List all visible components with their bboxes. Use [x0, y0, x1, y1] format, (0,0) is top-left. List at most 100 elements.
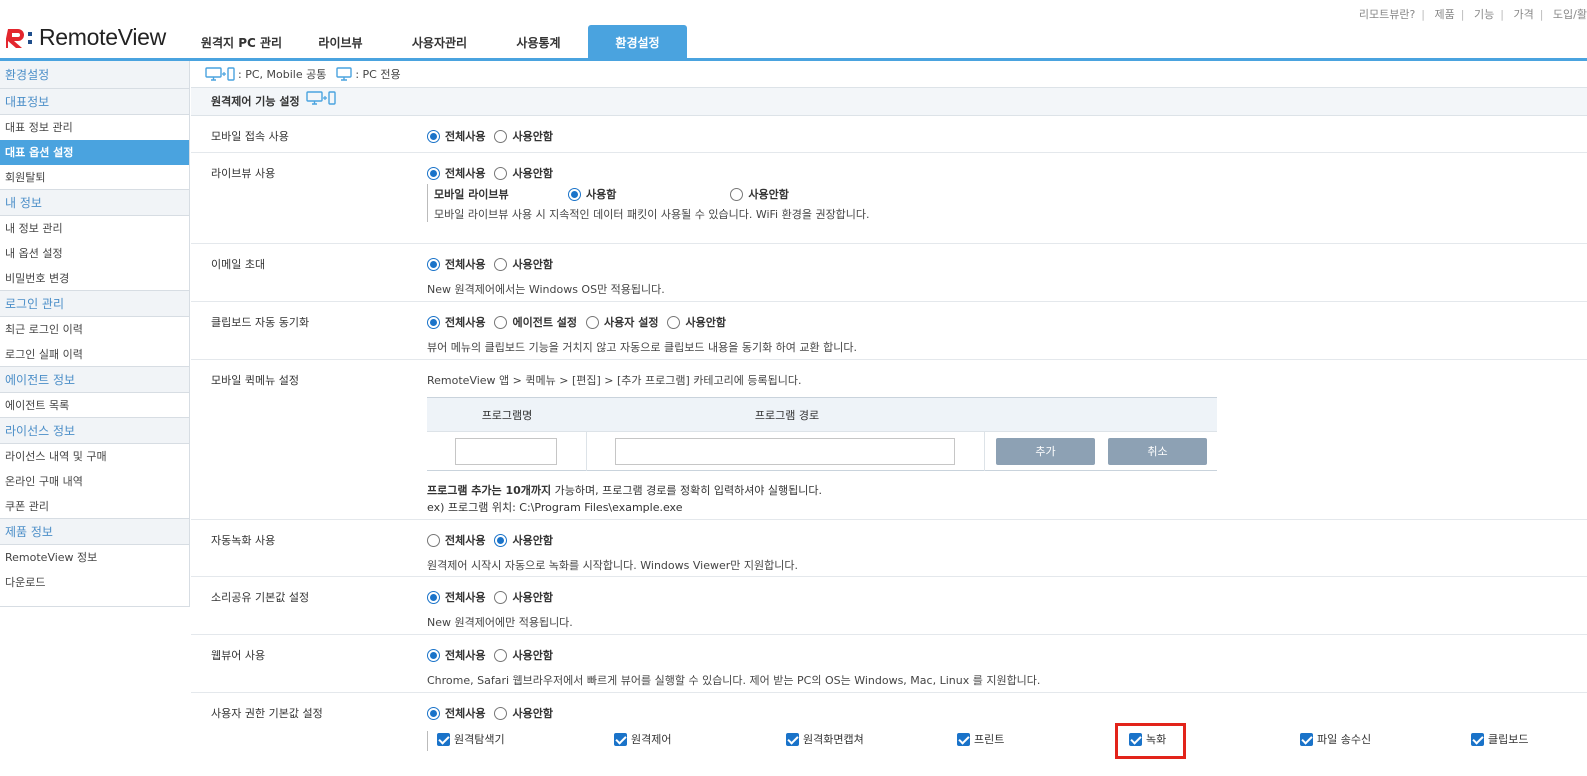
radio-not-use[interactable]: 사용안함 — [494, 589, 553, 605]
cancel-button[interactable]: 취소 — [1108, 438, 1207, 465]
sidebar-category-product[interactable]: 제품 정보 — [0, 519, 189, 545]
top-link-features[interactable]: 기능 — [1474, 8, 1494, 21]
remoteview-logo[interactable]: RemoteView — [4, 24, 166, 50]
radio-all-use[interactable]: 전체사용 — [427, 128, 485, 144]
legend-common-text: : PC, Mobile 공통 — [238, 67, 327, 81]
radio-all-use[interactable]: 전체사용 — [427, 589, 485, 605]
radio-not-use[interactable]: 사용안함 — [494, 705, 553, 721]
program-name-input[interactable] — [455, 438, 557, 465]
sidebar-item-rep-info[interactable]: 대표 정보 관리 — [0, 115, 189, 140]
highlight-box — [1115, 723, 1186, 759]
sidebar-item-my-info[interactable]: 내 정보 관리 — [0, 216, 189, 241]
setting-label: 이메일 초대 — [211, 258, 266, 271]
sidebar-item-rep-options[interactable]: 대표 옵션 설정 — [0, 140, 189, 165]
radio-not-use[interactable]: 사용안함 — [494, 647, 553, 663]
radio-all-use[interactable]: 전체사용 — [427, 647, 485, 663]
sidebar: 환경설정 대표정보 대표 정보 관리 대표 옵션 설정 회원탈퇴 내 정보 내 … — [0, 61, 190, 607]
section-title: 원격제어 기능 설정 — [191, 88, 1587, 116]
radio-not-use[interactable]: 사용안함 — [494, 128, 553, 144]
sidebar-category-representative[interactable]: 대표정보 — [0, 89, 189, 115]
radio-not-use[interactable]: 사용안함 — [494, 532, 553, 548]
tab-user-management[interactable]: 사용자관리 — [390, 25, 489, 61]
setting-description: New 원격제어에서는 Windows OS만 적용됩니다. — [427, 283, 665, 296]
table-header: 프로그램명 프로그램 경로 — [427, 398, 1217, 431]
tab-settings[interactable]: 환경설정 — [588, 25, 687, 61]
top-link-about[interactable]: 리모트뷰란? — [1359, 8, 1415, 21]
radio-all-use[interactable]: 전체사용 — [427, 705, 485, 721]
tab-remote-pc[interactable]: 원격지 PC 관리 — [192, 25, 291, 61]
permission-clipboard[interactable]: 클립보드 — [1471, 731, 1528, 747]
sidebar-item-agent-list[interactable]: 에이전트 목록 — [0, 393, 189, 418]
sidebar-item-online-orders[interactable]: 온라인 구매 내역 — [0, 469, 189, 494]
tab-usage-stats[interactable]: 사용통계 — [489, 25, 588, 61]
radio-all-use[interactable]: 전체사용 — [427, 532, 485, 548]
radio-user-setting[interactable]: 사용자 설정 — [586, 314, 658, 330]
setting-label: 웹뷰어 사용 — [211, 649, 266, 662]
quick-menu-note: 프로그램 추가는 10개까지 가능하며, 프로그램 경로를 정확히 입력하셔야 … — [427, 482, 1587, 516]
setting-label: 클립보드 자동 동기화 — [211, 316, 310, 329]
radio-use[interactable]: 사용함 — [568, 186, 616, 202]
top-header: RemoteView 리모트뷰란? | 제품 | 기능 | 가격 | 도입/활 원격지 … — [0, 0, 1587, 61]
setting-description: 모바일 라이브뷰 사용 시 지속적인 데이터 패킷이 사용될 수 있습니다. W… — [434, 208, 870, 221]
setting-user-permission: 사용자 권한 기본값 설정 전체사용 사용안함 원격탐색기 원격제어 원격화면캡… — [191, 693, 1587, 773]
add-button[interactable]: 추가 — [996, 438, 1095, 465]
setting-liveview: 라이브뷰 사용 전체사용 사용안함 모바일 라이브뷰 사용함 사용안함 모바일 … — [191, 153, 1587, 244]
radio-all-use[interactable]: 전체사용 — [427, 165, 485, 181]
sidebar-item-remoteview-info[interactable]: RemoteView 정보 — [0, 545, 189, 570]
permission-print[interactable]: 프린트 — [957, 731, 1004, 747]
radio-not-use[interactable]: 사용안함 — [667, 314, 726, 330]
setting-auto-record: 자동녹화 사용 전체사용 사용안함 원격제어 시작시 자동으로 녹화를 시작합니… — [191, 520, 1587, 577]
permission-file-transfer[interactable]: 파일 송수신 — [1300, 731, 1371, 747]
permission-remote-control[interactable]: 원격제어 — [614, 731, 671, 747]
setting-description: 뷰어 메뉴의 클립보드 기능을 거치지 않고 자동으로 클립보드 내용을 동기화… — [427, 341, 858, 354]
permission-screen-capture[interactable]: 원격화면캡쳐 — [786, 731, 864, 747]
radio-all-use[interactable]: 전체사용 — [427, 314, 485, 330]
radio-not-use[interactable]: 사용안함 — [494, 256, 553, 272]
sidebar-category-license[interactable]: 라이선스 정보 — [0, 418, 189, 444]
main-tabs: 원격지 PC 관리 라이브뷰 사용자관리 사용통계 환경설정 — [192, 25, 687, 61]
sidebar-item-login-failures[interactable]: 로그인 실패 이력 — [0, 342, 189, 367]
radio-all-use[interactable]: 전체사용 — [427, 256, 485, 272]
sidebar-title: 환경설정 — [0, 61, 189, 89]
sidebar-item-license-purchase[interactable]: 라이선스 내역 및 구매 — [0, 444, 189, 469]
table-row: 추가 취소 — [427, 431, 1217, 471]
top-link-adoption[interactable]: 도입/활 — [1553, 8, 1587, 21]
quick-menu-table: 프로그램명 프로그램 경로 추가 취소 — [427, 397, 1217, 471]
logo-mark-icon — [4, 25, 36, 49]
setting-sound-share: 소리공유 기본값 설정 전체사용 사용안함 New 원격제어에만 적용됩니다. — [191, 577, 1587, 635]
note-bold: 프로그램 추가는 10개까지 — [427, 484, 552, 497]
sidebar-item-download[interactable]: 다운로드 — [0, 570, 189, 595]
setting-label: 자동녹화 사용 — [211, 534, 276, 547]
pc-mobile-icon — [205, 67, 235, 81]
pc-icon — [336, 67, 353, 81]
top-link-products[interactable]: 제품 — [1435, 8, 1455, 21]
setting-label: 사용자 권한 기본값 설정 — [211, 707, 323, 720]
sidebar-item-login-history[interactable]: 최근 로그인 이력 — [0, 317, 189, 342]
note-text: 가능하며, 프로그램 경로를 정확히 입력하셔야 실행됩니다. — [551, 484, 823, 497]
top-link-pricing[interactable]: 가격 — [1513, 8, 1533, 21]
sidebar-item-withdraw[interactable]: 회원탈퇴 — [0, 165, 189, 190]
sidebar-category-agent[interactable]: 에이전트 정보 — [0, 367, 189, 393]
sidebar-item-my-options[interactable]: 내 옵션 설정 — [0, 241, 189, 266]
setting-description: New 원격제어에만 적용됩니다. — [427, 616, 573, 629]
setting-label: 라이브뷰 사용 — [211, 167, 276, 180]
pc-mobile-icon — [305, 88, 336, 116]
setting-description: 원격제어 시작시 자동으로 녹화를 시작합니다. Windows Viewer만… — [427, 559, 798, 572]
radio-not-use[interactable]: 사용안함 — [730, 186, 789, 202]
sidebar-category-login[interactable]: 로그인 관리 — [0, 291, 189, 317]
permission-remote-explorer[interactable]: 원격탐색기 — [437, 731, 505, 747]
radio-agent-setting[interactable]: 에이전트 설정 — [494, 314, 577, 330]
sidebar-category-my-info[interactable]: 내 정보 — [0, 190, 189, 216]
radio-not-use[interactable]: 사용안함 — [494, 165, 553, 181]
setting-clipboard-sync: 클립보드 자동 동기화 전체사용 에이전트 설정 사용자 설정 사용안함 뷰어 … — [191, 302, 1587, 360]
sidebar-item-coupons[interactable]: 쿠폰 관리 — [0, 494, 189, 519]
sidebar-item-change-password[interactable]: 비밀번호 변경 — [0, 266, 189, 291]
program-path-input[interactable] — [615, 438, 955, 465]
legend-pc-only-text: : PC 전용 — [355, 67, 401, 81]
tab-liveview[interactable]: 라이브뷰 — [291, 25, 390, 61]
setting-mobile-access: 모바일 접속 사용 전체사용 사용안함 — [191, 116, 1587, 153]
section-title-text: 원격제어 기능 설정 — [211, 94, 300, 108]
col-program-path: 프로그램 경로 — [754, 408, 820, 422]
note-example: ex) 프로그램 위치: C:\Program Files\example.ex… — [427, 501, 683, 514]
setting-email-invite: 이메일 초대 전체사용 사용안함 New 원격제어에서는 Windows OS만… — [191, 244, 1587, 302]
